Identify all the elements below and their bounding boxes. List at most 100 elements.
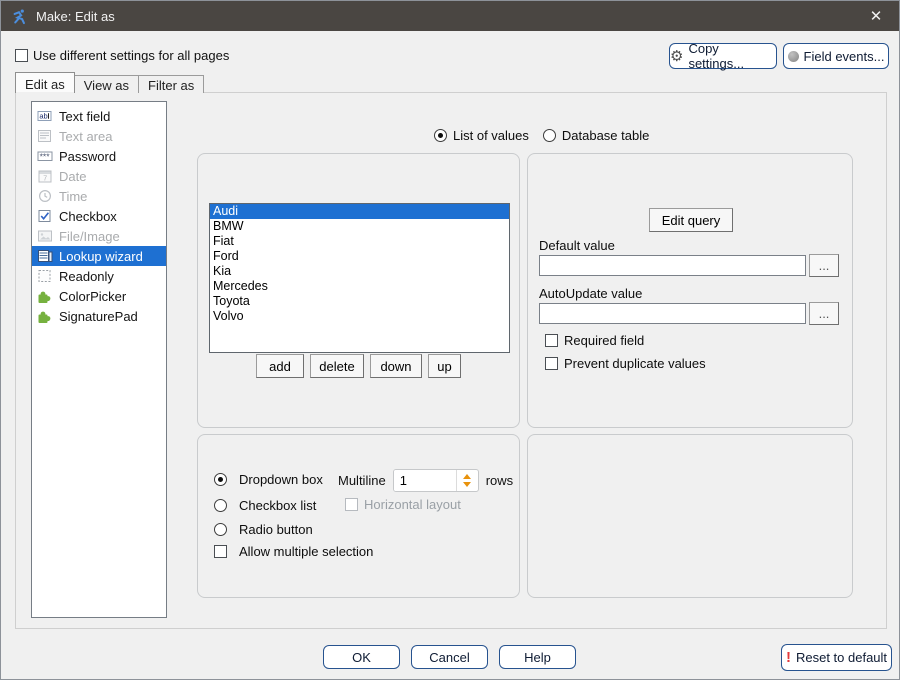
spinner-down-icon[interactable]	[463, 482, 471, 487]
all-pages-setting: Use different settings for all pages	[15, 48, 229, 63]
required-field-row: Required field	[545, 333, 644, 348]
list-item[interactable]: BMW	[210, 219, 509, 234]
checkbox-list-radio[interactable]	[214, 499, 227, 512]
dropdown-box-radio[interactable]	[214, 473, 227, 486]
copy-settings-button[interactable]: ⚙ Copy settings...	[669, 43, 777, 69]
help-button[interactable]: Help	[499, 645, 576, 669]
password-icon: ***	[36, 148, 53, 164]
sidebar-item-label: File/Image	[59, 229, 120, 244]
spinner-up-icon[interactable]	[463, 474, 471, 479]
prevent-duplicates-row: Prevent duplicate values	[545, 356, 706, 371]
all-pages-checkbox[interactable]	[15, 49, 28, 62]
image-icon	[36, 228, 53, 244]
dropdown-box-label: Dropdown box	[239, 472, 323, 487]
multiline-setting: Multiline rows	[338, 469, 513, 492]
ok-button[interactable]: OK	[323, 645, 400, 669]
sidebar-item-checkbox[interactable]: Checkbox	[32, 206, 166, 226]
field-events-label: Field events...	[804, 49, 885, 64]
gear-icon: ⚙	[670, 49, 683, 64]
reset-to-default-button[interactable]: ! Reset to default	[781, 644, 892, 671]
sidebar-item-label: Text area	[59, 129, 112, 144]
svg-text:7: 7	[43, 175, 47, 182]
down-button[interactable]: down	[370, 354, 422, 378]
help-label: Help	[524, 650, 551, 665]
tab-view-as[interactable]: View as	[74, 75, 139, 93]
list-item[interactable]: Kia	[210, 264, 509, 279]
text-area-icon	[36, 128, 53, 144]
reset-to-default-label: Reset to default	[796, 650, 887, 665]
allow-multiple-checkbox[interactable]	[214, 545, 227, 558]
readonly-icon	[36, 268, 53, 284]
app-runner-icon	[10, 7, 28, 25]
tab-filter-as[interactable]: Filter as	[138, 75, 204, 93]
delete-button[interactable]: delete	[310, 354, 364, 378]
list-item[interactable]: Toyota	[210, 294, 509, 309]
sidebar-item-label: Checkbox	[59, 209, 117, 224]
list-item[interactable]: Ford	[210, 249, 509, 264]
radio-button-row: Radio button	[214, 522, 313, 537]
allow-multiple-label: Allow multiple selection	[239, 544, 373, 559]
list-item[interactable]: Audi	[210, 204, 509, 219]
sidebar-item-signaturepad[interactable]: SignaturePad	[32, 306, 166, 326]
horizontal-layout-label: Horizontal layout	[364, 497, 461, 512]
multiline-spinner[interactable]	[393, 469, 479, 492]
horizontal-layout-row: Horizontal layout	[345, 497, 461, 512]
sidebar-item-file-image[interactable]: File/Image	[32, 226, 166, 246]
sidebar-item-lookup-wizard[interactable]: Lookup wizard	[32, 246, 166, 266]
sphere-icon	[788, 51, 799, 62]
multiline-input[interactable]	[394, 470, 456, 491]
svg-text:ab: ab	[39, 112, 47, 121]
rows-label: rows	[486, 473, 513, 488]
prevent-duplicates-label: Prevent duplicate values	[564, 356, 706, 371]
sidebar-item-label: SignaturePad	[59, 309, 138, 324]
autoupdate-value-label: AutoUpdate value	[539, 286, 642, 301]
sidebar-item-time[interactable]: Time	[32, 186, 166, 206]
required-field-label: Required field	[564, 333, 644, 348]
database-table-label: Database table	[562, 128, 649, 143]
display-groupbox	[197, 434, 520, 598]
clock-icon	[36, 188, 53, 204]
tab-edit-as[interactable]: Edit as	[15, 72, 75, 93]
sidebar-item-readonly[interactable]: Readonly	[32, 266, 166, 286]
list-of-values-radio[interactable]	[434, 129, 447, 142]
cancel-button[interactable]: Cancel	[411, 645, 488, 669]
autoupdate-value-browse-button[interactable]: ...	[809, 302, 839, 325]
sidebar-item-password[interactable]: *** Password	[32, 146, 166, 166]
default-value-label: Default value	[539, 238, 615, 253]
edit-query-button[interactable]: Edit query	[649, 208, 733, 232]
titlebar: Make: Edit as ✕	[1, 1, 899, 31]
values-listbox[interactable]: Audi BMW Fiat Ford Kia Mercedes Toyota V…	[209, 203, 510, 353]
default-value-browse-button[interactable]: ...	[809, 254, 839, 277]
sidebar-item-colorpicker[interactable]: ColorPicker	[32, 286, 166, 306]
sidebar-item-label: Date	[59, 169, 86, 184]
spinner-arrows[interactable]	[456, 470, 478, 491]
database-table-radio[interactable]	[543, 129, 556, 142]
field-events-button[interactable]: Field events...	[783, 43, 889, 69]
sidebar-item-text-field[interactable]: ab Text field	[32, 106, 166, 126]
sidebar-item-label: Readonly	[59, 269, 114, 284]
allow-multiple-row: Allow multiple selection	[214, 544, 373, 559]
horizontal-layout-checkbox[interactable]	[345, 498, 358, 511]
window-title: Make: Edit as	[36, 9, 115, 24]
warning-exclamation-icon: !	[786, 650, 791, 665]
list-item[interactable]: Mercedes	[210, 279, 509, 294]
tab-strip: Edit as View as Filter as	[15, 72, 204, 93]
default-value-input[interactable]	[539, 255, 806, 276]
sidebar-item-date[interactable]: 7 Date	[32, 166, 166, 186]
sidebar-item-label: Lookup wizard	[59, 249, 143, 264]
calendar-icon: 7	[36, 168, 53, 184]
up-button[interactable]: up	[428, 354, 461, 378]
required-field-checkbox[interactable]	[545, 334, 558, 347]
list-item[interactable]: Fiat	[210, 234, 509, 249]
copy-settings-label: Copy settings...	[688, 41, 776, 71]
close-icon[interactable]: ✕	[853, 1, 899, 31]
value-source-radios: List of values Database table	[434, 128, 649, 143]
radio-button-radio[interactable]	[214, 523, 227, 536]
sidebar-item-text-area[interactable]: Text area	[32, 126, 166, 146]
list-item[interactable]: Volvo	[210, 309, 509, 324]
sidebar-item-label: Password	[59, 149, 116, 164]
sidebar-item-label: ColorPicker	[59, 289, 126, 304]
autoupdate-value-input[interactable]	[539, 303, 806, 324]
add-button[interactable]: add	[256, 354, 304, 378]
prevent-duplicates-checkbox[interactable]	[545, 357, 558, 370]
